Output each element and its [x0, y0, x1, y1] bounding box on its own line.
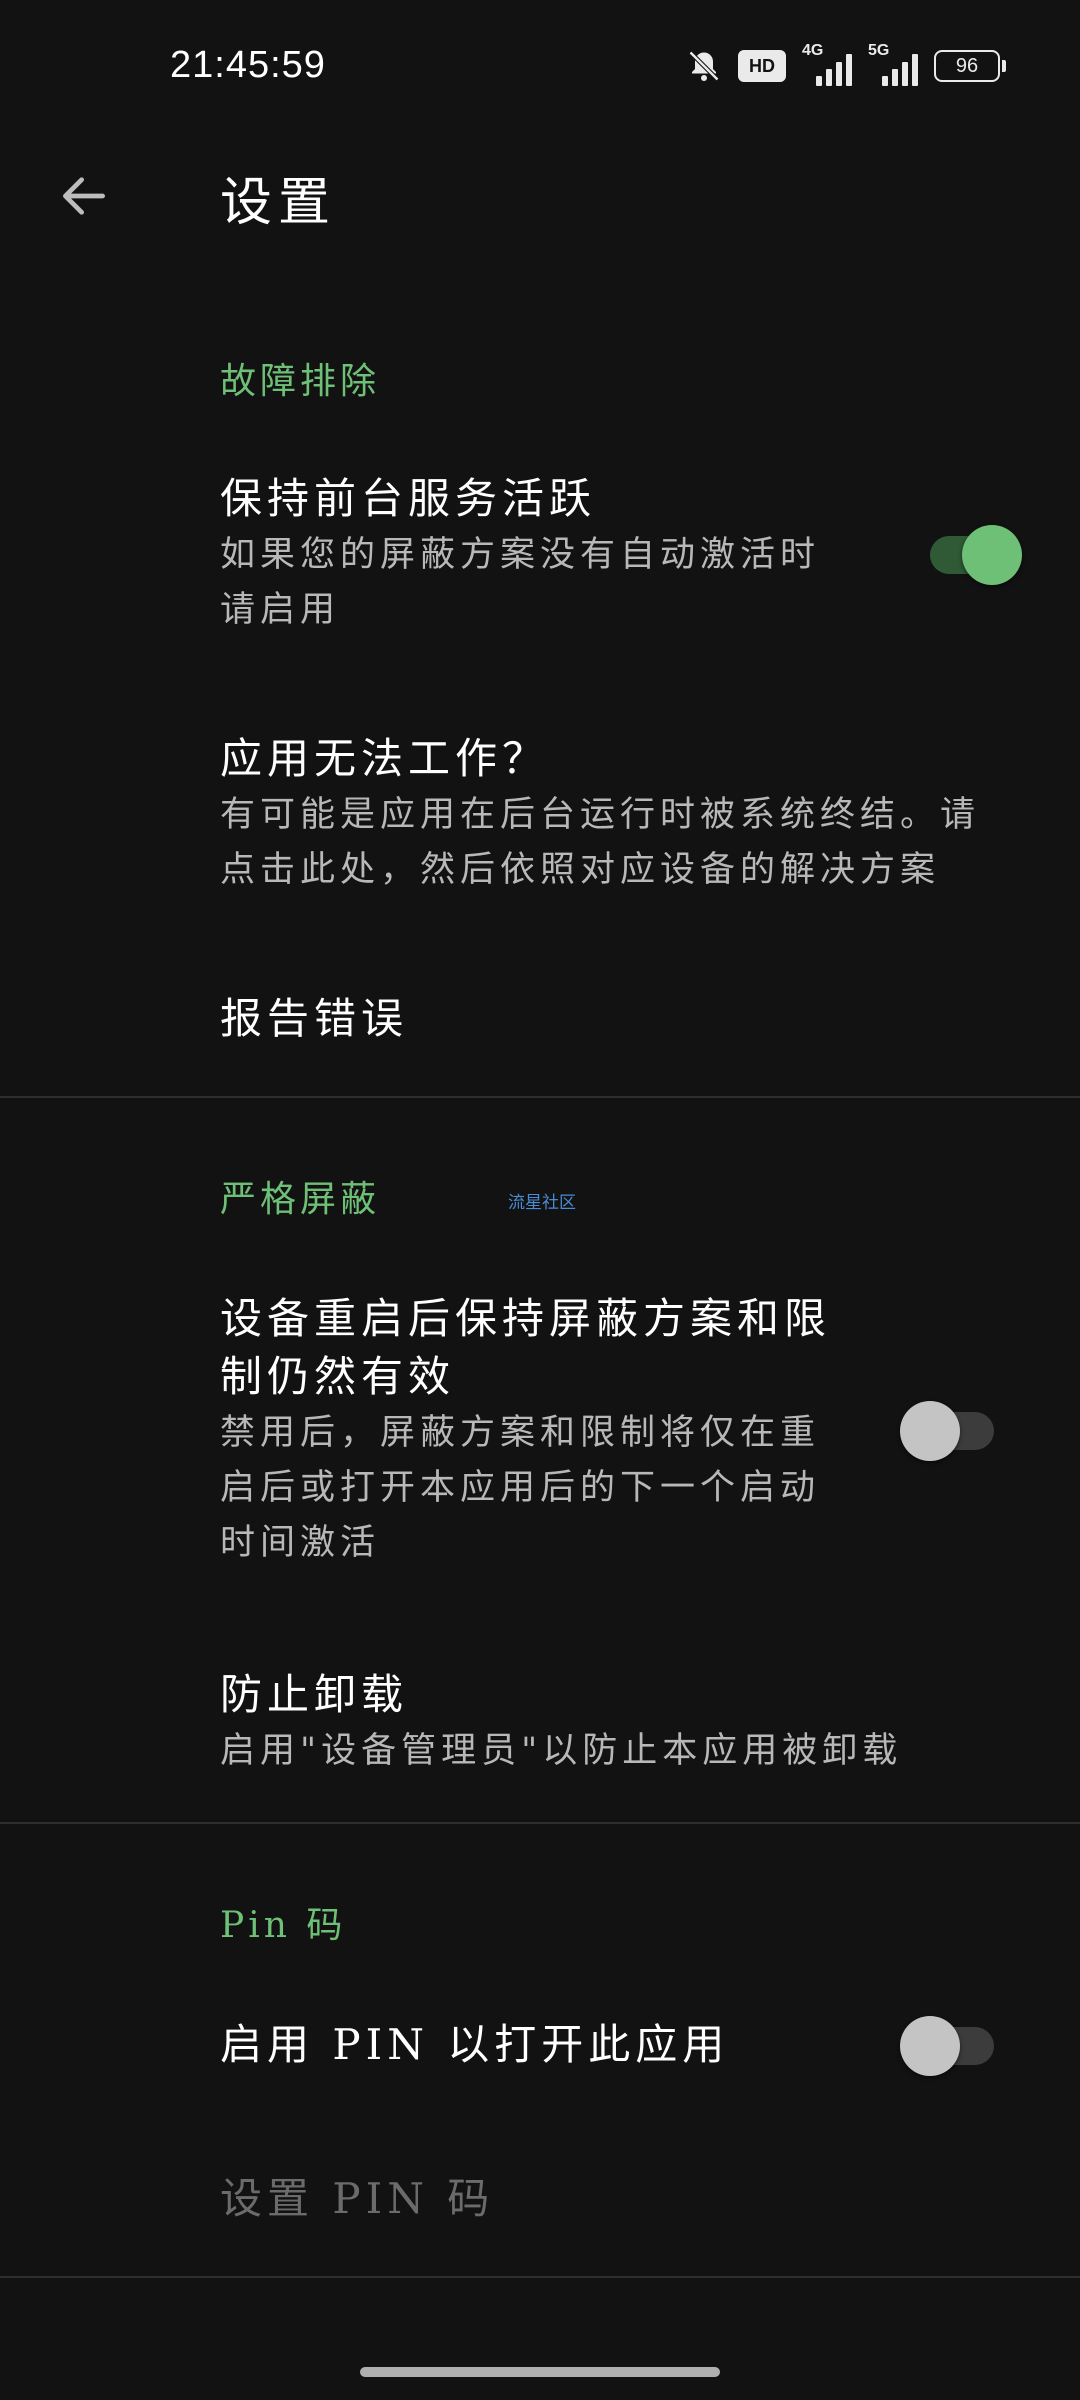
battery-icon: 96 — [934, 50, 1006, 82]
pref-prevent-uninstall[interactable]: 防止卸载 启用"设备管理员"以防止本应用被卸载 — [220, 1666, 1000, 1779]
pref-app-not-working[interactable]: 应用无法工作？ 有可能是应用在后台运行时被系统终结。请 点击此处，然后依照对应设… — [220, 730, 1000, 898]
app-bar: 设置 — [0, 130, 1080, 260]
keep-foreground-switch[interactable] — [922, 524, 1022, 585]
pref-summary: 有可能是应用在后台运行时被系统终结。请 点击此处，然后依照对应设备的解决方案 — [220, 795, 981, 890]
signal-4g-icon: 4G — [802, 42, 852, 86]
pref-summary: 启用"设备管理员"以防止本应用被卸载 — [220, 1731, 903, 1771]
pref-keep-after-reboot[interactable]: 设备重启后保持屏蔽方案和限 制仍然有效 禁用后，屏蔽方案和限制将仅在重 启后或打… — [220, 1290, 1000, 1571]
section-divider — [0, 1096, 1080, 1098]
status-icons: HD 4G 5G 96 — [686, 42, 1006, 86]
switch-thumb — [962, 525, 1022, 585]
back-button[interactable] — [52, 164, 116, 228]
pref-title: 启用 PIN 以打开此应用 — [220, 2020, 730, 2069]
pref-title: 设置 PIN 码 — [220, 2174, 495, 2223]
keep-after-reboot-switch[interactable] — [900, 1400, 1000, 1461]
pref-title: 保持前台服务活跃 — [220, 474, 597, 523]
status-bar: 21:45:59 HD 4G 5G 96 — [0, 0, 1080, 130]
battery-level: 96 — [955, 54, 979, 77]
pref-title: 防止卸载 — [220, 1670, 409, 1719]
switch-thumb — [900, 2016, 960, 2076]
status-time: 21:45:59 — [170, 44, 326, 86]
home-indicator[interactable] — [360, 2367, 720, 2377]
section-header-strict-block: 严格屏蔽 — [220, 1179, 381, 1220]
watermark-label: 流星社区 — [508, 1193, 576, 1213]
bell-off-icon — [686, 48, 722, 84]
section-divider — [0, 1822, 1080, 1824]
pref-title: 报告错误 — [220, 994, 409, 1043]
page-title: 设置 — [220, 173, 337, 233]
switch-thumb — [900, 1401, 960, 1461]
enable-pin-switch[interactable] — [900, 2015, 1000, 2076]
pref-title: 应用无法工作？ — [220, 734, 550, 783]
pref-report-bug[interactable]: 报告错误 — [220, 990, 1000, 1048]
pref-keep-foreground-service[interactable]: 保持前台服务活跃 如果您的屏蔽方案没有自动激活时 请启用 — [220, 470, 1000, 638]
section-divider — [0, 2276, 1080, 2278]
pref-enable-pin[interactable]: 启用 PIN 以打开此应用 — [220, 2016, 1000, 2074]
pref-summary: 如果您的屏蔽方案没有自动激活时 请启用 — [220, 535, 821, 630]
section-header-pin: Pin 码 — [220, 1905, 347, 1946]
section-header-troubleshooting: 故障排除 — [220, 361, 381, 402]
pref-set-pin: 设置 PIN 码 — [220, 2170, 1000, 2228]
arrow-left-icon — [62, 177, 105, 215]
hd-voice-icon: HD — [738, 50, 786, 82]
signal-5g-icon: 5G — [868, 42, 918, 86]
pref-title: 设备重启后保持屏蔽方案和限 制仍然有效 — [220, 1294, 832, 1401]
pref-summary: 禁用后，屏蔽方案和限制将仅在重 启后或打开本应用后的下一个启动 时间激活 — [220, 1413, 821, 1563]
